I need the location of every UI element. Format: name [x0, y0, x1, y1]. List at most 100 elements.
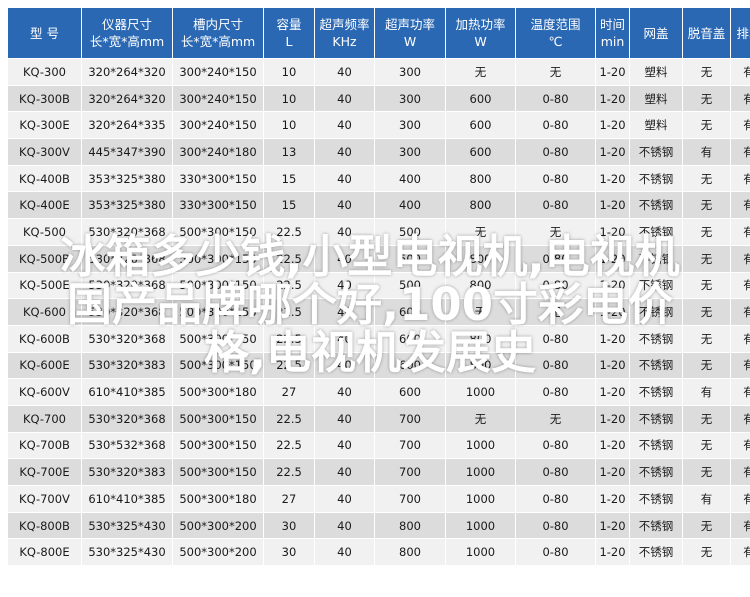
cell-degas-cover: 无 [682, 298, 731, 326]
cell-sonic-power: 700 [374, 431, 446, 460]
cell-temp-range: 0-80 [515, 244, 596, 273]
cell-sonic-frequency: 40 [314, 404, 375, 433]
cell-inner-size: 500*300*150 [172, 218, 264, 246]
table-row: KQ-300 320*264*320 300*240*150 10 40 300 无无 1-2… [7, 58, 750, 86]
cell-sonic-power: 400 [374, 164, 446, 193]
cell-degas-cover: 有 [682, 485, 731, 513]
cell-sonic-frequency: 40 [314, 84, 375, 113]
cell-outer-size: 353*325*380 [81, 191, 173, 220]
cell-capacity: 10 [263, 111, 315, 140]
cell-cover: 不锈钢 [629, 351, 683, 380]
cell-inner-size: 500*300*180 [172, 485, 264, 513]
cell-capacity: 22.5 [263, 324, 315, 353]
cell-drain: 有 [730, 511, 750, 540]
table-row: KQ-800B 530*325*430 500*300*200 30 40 800 1000… [7, 511, 750, 540]
cell-time: 1-20 [595, 351, 630, 380]
cell-capacity: 22.5 [263, 404, 315, 433]
table-row: KQ-600 530*320*368 500*300*150 22.5 40 600 无无 1… [7, 298, 750, 326]
cell-sonic-frequency: 40 [314, 485, 375, 513]
cell-drain: 有 [730, 538, 750, 567]
cell-degas-cover: 有 [682, 378, 731, 406]
cell-model: KQ-800E [7, 538, 82, 567]
cell-inner-size: 500*300*150 [172, 351, 264, 380]
cell-temp-range: 无 [515, 404, 596, 433]
table-row: KQ-600B 530*320*368 500*300*150 22.5 40 600 80… [7, 324, 750, 353]
cell-temp-range: 0-80 [515, 164, 596, 193]
cell-model: KQ-600 [7, 298, 82, 326]
cell-cover: 塑料 [629, 84, 683, 113]
cell-inner-size: 300*240*150 [172, 111, 264, 140]
cell-outer-size: 530*320*383 [81, 351, 173, 380]
header-heat-power: 加热功率 W [445, 7, 516, 59]
cell-cover: 不锈钢 [629, 324, 683, 353]
cell-outer-size: 353*325*380 [81, 164, 173, 193]
cell-heat-power: 600 [445, 84, 516, 113]
cell-capacity: 27 [263, 378, 315, 406]
cell-sonic-power: 500 [374, 218, 446, 246]
header-model: 型 号 [7, 7, 82, 59]
cell-inner-size: 300*240*150 [172, 58, 264, 86]
cell-outer-size: 530*320*368 [81, 244, 173, 273]
cell-heat-power: 无 [445, 218, 516, 246]
cell-time: 1-20 [595, 218, 630, 246]
cell-time: 1-20 [595, 298, 630, 326]
cell-sonic-power: 300 [374, 58, 446, 86]
cell-time: 1-20 [595, 324, 630, 353]
cell-outer-size: 610*410*385 [81, 378, 173, 406]
cell-capacity: 22.5 [263, 218, 315, 246]
cell-model: KQ-600E [7, 351, 82, 380]
cell-capacity: 15 [263, 191, 315, 220]
cell-outer-size: 530*325*430 [81, 511, 173, 540]
cell-outer-size: 445*347*390 [81, 138, 173, 166]
cell-heat-power: 800 [445, 191, 516, 220]
cell-sonic-frequency: 40 [314, 244, 375, 273]
cell-capacity: 22.5 [263, 458, 315, 486]
cell-sonic-power: 800 [374, 538, 446, 567]
cell-heat-power: 无 [445, 404, 516, 433]
cell-degas-cover: 无 [682, 84, 731, 113]
cell-sonic-power: 600 [374, 324, 446, 353]
cell-model: KQ-800B [7, 511, 82, 540]
cell-heat-power: 1000 [445, 458, 516, 486]
cell-degas-cover: 无 [682, 271, 731, 300]
cell-cover: 塑料 [629, 58, 683, 86]
cell-outer-size: 530*325*430 [81, 538, 173, 567]
cell-sonic-power: 400 [374, 191, 446, 220]
cell-degas-cover: 无 [682, 111, 731, 140]
cell-cover: 不锈钢 [629, 431, 683, 460]
cell-outer-size: 530*320*368 [81, 218, 173, 246]
cell-cover: 不锈钢 [629, 511, 683, 540]
cell-model: KQ-500E [7, 271, 82, 300]
cell-heat-power: 600 [445, 138, 516, 166]
spec-table-container: 型 号 仪器尺寸 长*宽*高mm 槽内尺寸 长*宽*高mm 容量 L 超声频率 KHz … [7, 7, 750, 567]
cell-drain: 有 [730, 111, 750, 140]
cell-inner-size: 500*300*200 [172, 511, 264, 540]
header-drain: 排水 [730, 7, 750, 59]
cell-temp-range: 0-80 [515, 511, 596, 540]
cell-sonic-frequency: 40 [314, 298, 375, 326]
cell-heat-power: 800 [445, 271, 516, 300]
cell-temp-range: 0-80 [515, 538, 596, 567]
cell-temp-range: 0-80 [515, 138, 596, 166]
cell-inner-size: 500*300*150 [172, 431, 264, 460]
cell-degas-cover: 无 [682, 58, 731, 86]
cell-capacity: 13 [263, 138, 315, 166]
cell-heat-power: 1000 [445, 538, 516, 567]
cell-temp-range: 0-80 [515, 111, 596, 140]
cell-degas-cover: 无 [682, 324, 731, 353]
cell-heat-power: 800 [445, 351, 516, 380]
table-header-row: 型 号 仪器尺寸 长*宽*高mm 槽内尺寸 长*宽*高mm 容量 L 超声频率 KHz … [7, 7, 750, 59]
cell-outer-size: 530*532*368 [81, 431, 173, 460]
cell-drain: 有 [730, 351, 750, 380]
header-sonic-power: 超声功率 W [374, 7, 446, 59]
cell-time: 1-20 [595, 485, 630, 513]
cell-time: 1-20 [595, 58, 630, 86]
cell-capacity: 22.5 [263, 244, 315, 273]
cell-outer-size: 320*264*335 [81, 111, 173, 140]
cell-sonic-power: 800 [374, 511, 446, 540]
cell-model: KQ-500 [7, 218, 82, 246]
cell-sonic-power: 700 [374, 404, 446, 433]
cell-sonic-frequency: 40 [314, 351, 375, 380]
cell-cover: 不锈钢 [629, 164, 683, 193]
table-row: KQ-400E 353*325*380 330*300*150 15 40 400 800 0… [7, 191, 750, 220]
